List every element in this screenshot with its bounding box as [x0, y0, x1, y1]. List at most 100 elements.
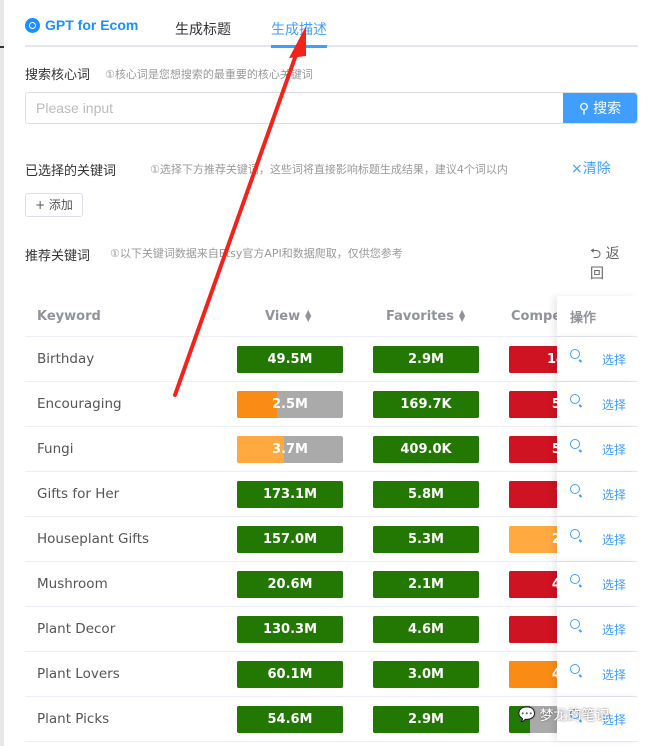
search-icon[interactable] — [570, 394, 580, 404]
favorites-bar-value: 409.0K — [400, 442, 452, 457]
search-icon[interactable] — [570, 529, 580, 539]
wechat-icon: 💬 — [518, 707, 536, 723]
favorites-bar-value: 5.3M — [408, 532, 444, 547]
compete-bar: 46 — [509, 661, 557, 688]
compete-bar-value: 57 — [551, 397, 557, 412]
tab-generate-description[interactable]: 生成描述 — [271, 19, 327, 48]
compete-bar-value: 28 — [551, 532, 557, 547]
view-bar: 157.0M — [237, 526, 343, 553]
keyword-cell: Mushroom — [37, 576, 108, 592]
search-button-label: 搜索 — [593, 100, 622, 116]
favorites-bar-value: 4.6M — [408, 622, 444, 637]
watermark: 💬 梦龙的笔记 — [518, 705, 609, 725]
keyword-table: Keyword View ▲▼ Favorites ▲▼ Compete 操作 Bi… — [25, 296, 638, 742]
view-bar: 54.6M — [237, 706, 343, 733]
compete-bar: 52 — [509, 436, 557, 463]
keyword-cell: Plant Lovers — [37, 666, 120, 682]
col-favorites[interactable]: Favorites ▲ ▼ — [386, 296, 465, 336]
favorites-bar-value: 2.9M — [408, 352, 444, 367]
table-row: Plant Lovers 60.1M 3.0M 46 选择 — [25, 652, 638, 697]
back-button[interactable]: ⮌ 返回 — [590, 244, 630, 284]
favorites-bar: 4.6M — [373, 616, 479, 643]
compete-bar-value: 1. — [556, 622, 557, 637]
table-header: Keyword View ▲▼ Favorites ▲▼ Compete 操作 — [25, 296, 638, 337]
col-keyword: Keyword — [37, 308, 101, 324]
select-link[interactable]: 选择 — [602, 531, 626, 548]
table-row: Fungi 3.7M 409.0K 52 选择 — [25, 427, 638, 472]
compete-bar: 1. — [509, 616, 557, 643]
view-bar-value: 2.5M — [272, 397, 308, 412]
compete-bar: 7. — [509, 481, 557, 508]
add-keyword-button[interactable]: + 添加 — [25, 193, 83, 217]
clear-button[interactable]: ×清除 — [571, 158, 611, 178]
search-icon[interactable] — [570, 439, 580, 449]
favorites-bar: 2.9M — [373, 346, 479, 373]
keyword-cell: Houseplant Gifts — [37, 531, 150, 547]
keyword-cell: Birthday — [37, 351, 95, 367]
view-bar-value: 60.1M — [267, 667, 313, 682]
search-icon[interactable] — [570, 574, 580, 584]
select-link[interactable]: 选择 — [602, 621, 626, 638]
favorites-bar: 5.8M — [373, 481, 479, 508]
tab-bar: GPT for Ecom 生成标题 生成描述 — [25, 0, 638, 48]
favorites-bar: 169.7K — [373, 391, 479, 418]
view-bar: 20.6M — [237, 571, 343, 598]
keyword-cell: Fungi — [37, 441, 74, 457]
table-row: Gifts for Her 173.1M 5.8M 7. 选择 — [25, 472, 638, 517]
favorites-bar-value: 3.0M — [408, 667, 444, 682]
select-link[interactable]: 选择 — [602, 396, 626, 413]
select-link[interactable]: 选择 — [602, 486, 626, 503]
col-view-label: View — [265, 308, 301, 324]
select-link[interactable]: 选择 — [602, 666, 626, 683]
table-row: Mushroom 20.6M 2.1M 40 选择 — [25, 562, 638, 607]
table-row: Birthday 49.5M 2.9M 14. 选择 — [25, 337, 638, 382]
back-icon: ⮌ — [590, 246, 606, 262]
tab-generate-title[interactable]: 生成标题 — [175, 19, 231, 39]
logo-text: GPT for Ecom — [45, 17, 139, 33]
view-bar: 2.5M — [237, 391, 343, 418]
search-button[interactable]: ⚲ 搜索 — [563, 93, 637, 123]
compete-bar: 40 — [509, 571, 557, 598]
favorites-bar: 2.9M — [373, 706, 479, 733]
selected-hint: ①选择下方推荐关键词，这些词将直接影响标题生成结果，建议4个词以内 — [150, 163, 508, 176]
search-icon[interactable] — [570, 619, 580, 629]
search-box: ⚲ 搜索 — [25, 92, 638, 124]
favorites-bar: 409.0K — [373, 436, 479, 463]
keyword-cell: Encouraging — [37, 396, 122, 412]
selected-keywords-label: 已选择的关键词 — [25, 164, 117, 179]
search-icon[interactable] — [570, 664, 580, 674]
search-icon[interactable] — [570, 484, 580, 494]
table-row: Houseplant Gifts 157.0M 5.3M 28 选择 — [25, 517, 638, 562]
col-view[interactable]: View ▲ ▼ — [265, 296, 311, 336]
favorites-bar-value: 5.8M — [408, 487, 444, 502]
sort-icon: ▲ ▼ — [305, 308, 312, 323]
col-favorites-label: Favorites — [386, 308, 454, 324]
col-compete[interactable]: Compete — [511, 296, 557, 336]
keyword-cell: Plant Decor — [37, 621, 116, 637]
search-input[interactable] — [26, 93, 563, 123]
select-link[interactable]: 选择 — [602, 576, 626, 593]
favorites-bar-value: 2.9M — [408, 712, 444, 727]
view-bar-value: 173.1M — [262, 487, 318, 502]
compete-bar-value: 7. — [556, 487, 557, 502]
favorites-bar: 3.0M — [373, 661, 479, 688]
search-hint: ①核心词是您想搜索的最重要的核心关键词 — [105, 68, 313, 81]
select-link[interactable]: 选择 — [602, 441, 626, 458]
sort-icon: ▲ ▼ — [458, 308, 466, 323]
compete-bar: 28 — [509, 526, 557, 553]
view-bar-value: 130.3M — [262, 622, 318, 637]
select-link[interactable]: 选择 — [602, 351, 626, 368]
app-logo: GPT for Ecom — [25, 17, 138, 33]
recommend-hint: ①以下关键词数据来自Etsy官方API和数据爬取，仅供您参考 — [110, 247, 403, 260]
search-label: 搜索核心词 — [25, 68, 91, 83]
favorites-bar-value: 2.1M — [408, 577, 444, 592]
view-bar: 173.1M — [237, 481, 343, 508]
window-edge — [0, 0, 4, 746]
view-bar-value: 20.6M — [267, 577, 313, 592]
col-ops: 操作 — [570, 310, 597, 326]
view-bar-value: 54.6M — [267, 712, 313, 727]
search-icon[interactable] — [570, 349, 580, 359]
view-bar-value: 49.5M — [267, 352, 313, 367]
recommend-label: 推荐关键词 — [25, 249, 91, 264]
keyword-cell: Plant Picks — [37, 711, 110, 727]
